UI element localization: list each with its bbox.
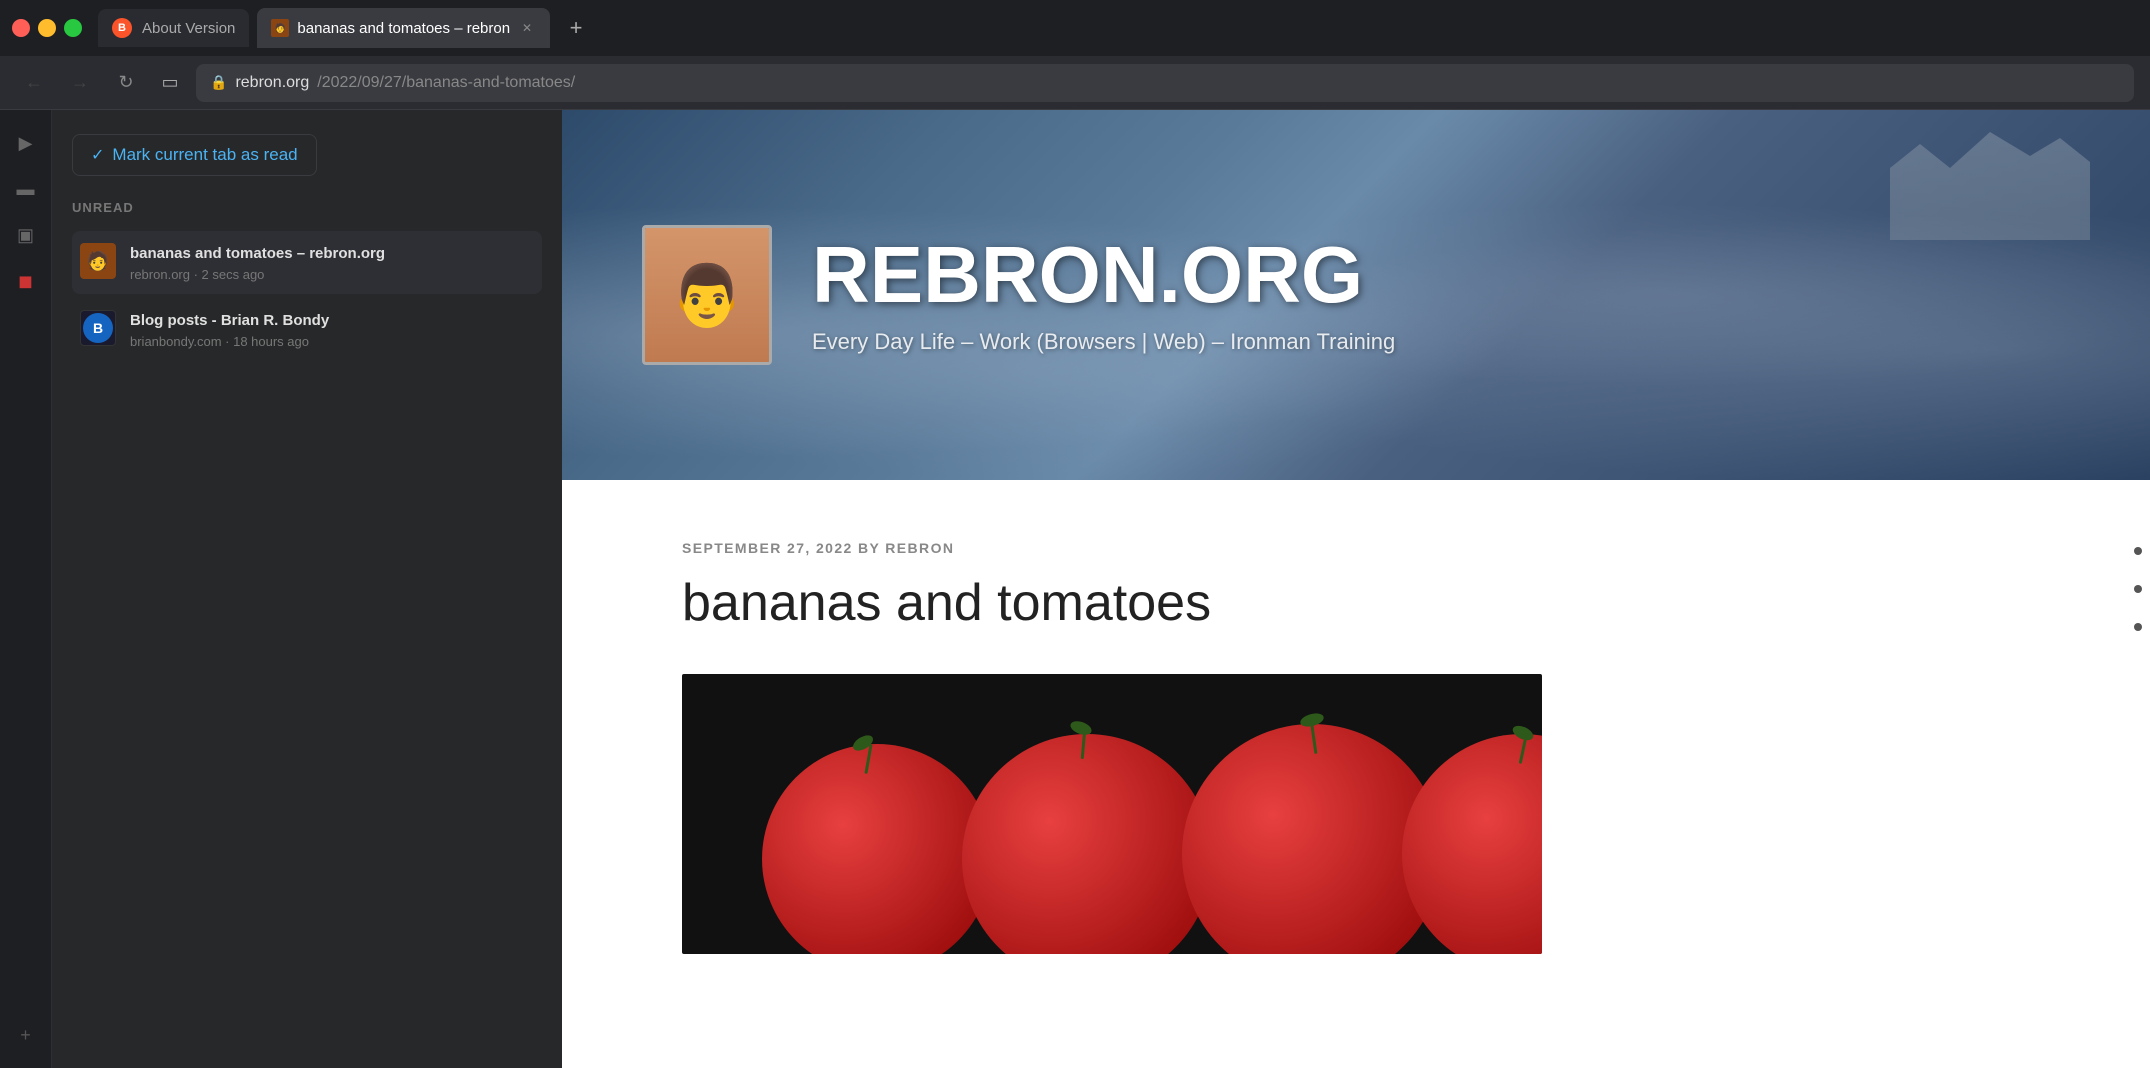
- web-content: 👨 REBRON.ORG Every Day Life – Work (Brow…: [562, 110, 2150, 1068]
- brave-icon: B: [112, 18, 132, 38]
- feed-text-rebron: bananas and tomatoes – rebron.org rebron…: [130, 243, 534, 282]
- tab-active[interactable]: 🧑 bananas and tomatoes – rebron ✕: [257, 8, 550, 48]
- feed-item-brianbondy[interactable]: B Blog posts - Brian R. Bondy brianbondy…: [72, 298, 542, 361]
- forward-button[interactable]: →: [62, 65, 98, 101]
- scroll-dot-2: [2134, 585, 2142, 593]
- lock-icon: 🔒: [210, 74, 227, 91]
- sidebar-icon-strip: ▶ ▬ ▣ ◼ +: [0, 110, 52, 1068]
- mark-read-button[interactable]: ✓ Mark current tab as read: [72, 134, 317, 176]
- article-image: [682, 674, 1542, 954]
- feed-meta-brianbondy: brianbondy.com · 18 hours ago: [130, 334, 534, 349]
- site-subtitle: Every Day Life – Work (Browsers | Web) –…: [812, 329, 2070, 355]
- site-hero: 👨 REBRON.ORG Every Day Life – Work (Brow…: [562, 110, 2150, 480]
- tomato-1: [762, 744, 992, 954]
- toolbar: ← → ↻ ▭ 🔒 rebron.org /2022/09/27/bananas…: [0, 56, 2150, 110]
- about-tab-label: About Version: [142, 20, 235, 37]
- feed-text-brianbondy: Blog posts - Brian R. Bondy brianbondy.c…: [130, 310, 534, 349]
- article-area: SEPTEMBER 27, 2022 BY REBRON bananas and…: [562, 480, 2150, 1068]
- address-bar[interactable]: 🔒 rebron.org /2022/09/27/bananas-and-tom…: [196, 64, 2134, 102]
- new-tab-button[interactable]: +: [558, 10, 594, 46]
- tab-favicon: 🧑: [271, 19, 289, 37]
- tomato-2: [962, 734, 1212, 954]
- scroll-dot-1: [2134, 547, 2142, 555]
- avatar-face: 👨: [645, 228, 769, 362]
- maximize-button[interactable]: [64, 19, 82, 37]
- main-area: ▶ ▬ ▣ ◼ + ✓ Mark current tab as read UNR…: [0, 110, 2150, 1068]
- close-button[interactable]: [12, 19, 30, 37]
- sidebar-icon-add[interactable]: +: [7, 1016, 45, 1054]
- site-title: REBRON.ORG: [812, 235, 2070, 315]
- titlebar: B About Version 🧑 bananas and tomatoes –…: [0, 0, 2150, 56]
- active-tab-label: bananas and tomatoes – rebron: [297, 20, 510, 37]
- traffic-lights: [12, 19, 82, 37]
- scroll-dot-3: [2134, 623, 2142, 631]
- feed-favicon-rebron: 🧑: [80, 243, 116, 279]
- check-icon: ✓: [91, 145, 104, 165]
- reload-button[interactable]: ↻: [108, 65, 144, 101]
- b-icon: B: [83, 313, 113, 343]
- unread-section-label: UNREAD: [72, 200, 542, 215]
- feed-meta-rebron: rebron.org · 2 secs ago: [130, 267, 534, 282]
- article-date: SEPTEMBER 27, 2022 BY REBRON: [682, 540, 2030, 556]
- hero-text: REBRON.ORG Every Day Life – Work (Browse…: [812, 235, 2070, 355]
- hero-overlay: 👨 REBRON.ORG Every Day Life – Work (Brow…: [562, 110, 2150, 480]
- url-path: /2022/09/27/bananas-and-tomatoes/: [317, 74, 575, 92]
- hero-avatar: 👨: [642, 225, 772, 365]
- bookmark-button[interactable]: ▭: [154, 67, 186, 99]
- article-title: bananas and tomatoes: [682, 572, 2030, 634]
- mark-read-label: Mark current tab as read: [112, 145, 297, 165]
- back-button[interactable]: ←: [16, 65, 52, 101]
- feed-title-rebron: bananas and tomatoes – rebron.org: [130, 243, 534, 264]
- feed-item-rebron[interactable]: 🧑 bananas and tomatoes – rebron.org rebr…: [72, 231, 542, 294]
- tomato-4: [1402, 734, 1542, 954]
- sidebar-icon-video[interactable]: ▶: [7, 124, 45, 162]
- minimize-button[interactable]: [38, 19, 56, 37]
- sidebar-icon-panel[interactable]: ▬: [7, 170, 45, 208]
- tab-close-button[interactable]: ✕: [518, 19, 536, 37]
- scrollbar-indicators: [2134, 547, 2142, 631]
- reader-panel: ✓ Mark current tab as read UNREAD 🧑 bana…: [52, 110, 562, 1068]
- feed-title-brianbondy: Blog posts - Brian R. Bondy: [130, 310, 534, 331]
- url-domain: rebron.org: [235, 74, 309, 92]
- sidebar-icon-reader[interactable]: ◼: [7, 262, 45, 300]
- tab-about-version[interactable]: B About Version: [98, 9, 249, 47]
- feed-favicon-brianbondy: B: [80, 310, 116, 346]
- sidebar-icon-bookmark[interactable]: ▣: [7, 216, 45, 254]
